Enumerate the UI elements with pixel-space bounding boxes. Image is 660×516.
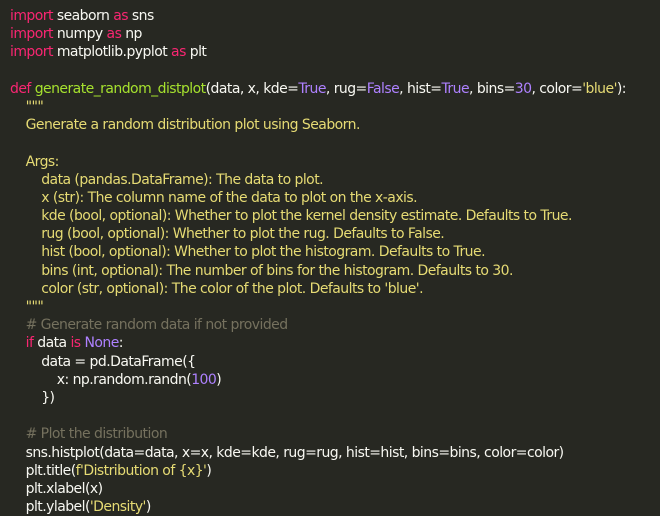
code-token: , rug=	[325, 80, 367, 97]
code-token: matplotlib.pyplot	[52, 44, 172, 61]
code-token: data (pandas.DataFrame): The data to plo…	[10, 171, 324, 188]
code-token: as	[106, 26, 122, 43]
code-line: """	[10, 98, 660, 116]
code-line: def generate_random_distplot(data, x, kd…	[10, 80, 660, 98]
code-line: if data is None:	[10, 334, 660, 352]
code-token: False	[366, 80, 400, 97]
code-token: None	[84, 335, 119, 352]
code-token: 'Density'	[89, 499, 147, 516]
code-editor[interactable]: import seaborn as sns import numpy as np i…	[0, 0, 660, 515]
code-token: plt.title(	[10, 462, 77, 479]
code-token: 100	[191, 371, 217, 388]
code-token: True	[298, 80, 326, 97]
code-token: :	[118, 335, 124, 352]
code-line: sns.histplot(data=data, x=x, kde=kde, ru…	[10, 444, 660, 462]
code-token: )	[216, 371, 222, 388]
code-token: x: np.random.randn(	[10, 371, 192, 388]
code-token: })	[10, 389, 55, 406]
code-line: bins (int, optional): The number of bins…	[10, 262, 660, 280]
code-token: as	[171, 44, 186, 61]
code-token: import	[10, 8, 53, 24]
code-token: import	[10, 44, 53, 61]
code-token: # Plot the distribution	[10, 426, 168, 443]
code-token: 30	[514, 80, 532, 97]
code-token: 'blue'	[582, 80, 617, 97]
code-token: )	[145, 499, 151, 516]
code-token: hist (bool, optional): Whether to plot t…	[10, 244, 485, 261]
code-line: color (str, optional): The color of the …	[10, 280, 660, 298]
code-token: """	[10, 98, 44, 115]
code-line: import seaborn as sns	[10, 7, 660, 25]
code-line: Generate a random distribution plot usin…	[10, 116, 660, 134]
code-token: sns	[128, 8, 154, 24]
code-token: data = pd.DataFrame({	[10, 353, 196, 370]
code-line: x: np.random.randn(100)	[10, 371, 660, 389]
code-line: hist (bool, optional): Whether to plot t…	[10, 243, 660, 261]
code-token: , hist=	[399, 80, 442, 97]
code-token: ):	[616, 80, 627, 97]
code-token: )	[206, 462, 212, 479]
code-line: rug (bool, optional): Whether to plot th…	[10, 225, 660, 243]
code-line: import matplotlib.pyplot as plt	[10, 43, 660, 61]
code-line: plt.xlabel(x)	[10, 480, 660, 498]
code-line: plt.ylabel('Density')	[10, 498, 660, 516]
code-token: plt.xlabel(x)	[10, 480, 103, 497]
code-line: # Generate random data if not provided	[10, 316, 660, 334]
code-token: x (str): The column name of the data to …	[10, 189, 418, 206]
code-token: """	[10, 299, 44, 315]
code-token: data	[33, 335, 71, 352]
code-token: rug (bool, optional): Whether to plot th…	[10, 226, 445, 243]
code-token: as	[113, 8, 128, 24]
code-token: color (str, optional): The color of the …	[10, 280, 423, 297]
code-token: Args:	[10, 153, 60, 170]
code-line: Args:	[10, 153, 660, 171]
code-line: import numpy as np	[10, 25, 660, 43]
code-line: x (str): The column name of the data to …	[10, 189, 660, 207]
code-token: plt	[185, 44, 207, 61]
code-token: seaborn	[52, 8, 114, 24]
code-line: # Plot the distribution	[10, 425, 660, 443]
code-token: generate_random_distplot	[34, 80, 206, 97]
code-line: plt.title(f'Distribution of {x}')	[10, 462, 660, 480]
code-line: })	[10, 389, 660, 407]
code-line: data (pandas.DataFrame): The data to plo…	[10, 171, 660, 189]
code-token: sns.histplot(data=data, x=x, kde=kde, ru…	[10, 444, 565, 461]
code-token: (data, x, kde=	[205, 80, 299, 97]
code-token: , bins=	[469, 80, 515, 97]
code-line: kde (bool, optional): Whether to plot th…	[10, 207, 660, 225]
code-token: True	[441, 80, 470, 97]
code-line: """	[10, 298, 660, 316]
code-token: plt.ylabel(	[10, 499, 91, 516]
code-token: import	[10, 26, 53, 43]
code-token: kde (bool, optional): Whether to plot th…	[10, 208, 572, 225]
code-line: data = pd.DataFrame({	[10, 353, 660, 371]
code-token: # Generate random data if not provided	[10, 317, 289, 334]
code-token: bins (int, optional): The number of bins…	[10, 262, 513, 279]
code-token: f'Distribution of {x}'	[75, 462, 207, 479]
code-token: def	[10, 80, 31, 97]
code-token: numpy	[52, 26, 107, 43]
code-token: , color=	[531, 80, 583, 97]
code-token: Generate a random distribution plot usin…	[10, 117, 361, 134]
code-token: np	[121, 26, 142, 43]
code-token: is	[70, 335, 81, 352]
